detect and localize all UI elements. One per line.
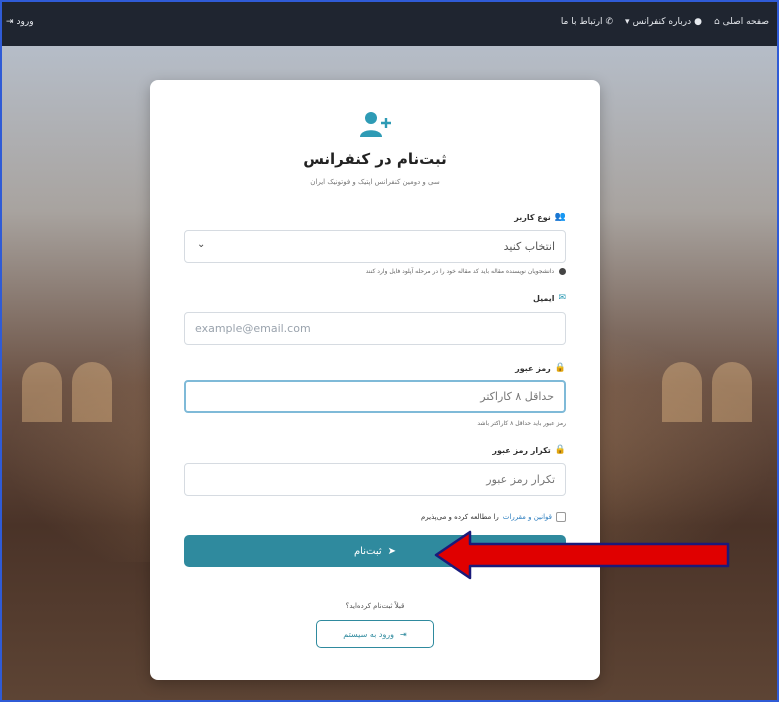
email-label-text: ایمیل (532, 293, 555, 303)
annotation-arrow (434, 530, 730, 580)
password-label: 🔒 رمز عبور (515, 363, 566, 373)
home-label: صفحه اصلی (722, 17, 769, 27)
sign-in-icon: ⇥ (6, 17, 14, 27)
users-icon: 👥 (554, 212, 566, 222)
lock-icon: 🔒 (554, 363, 566, 373)
screenshot-frame: صفحه اصلی ⌂ ● درباره کنفرانس ▾ ✆ ارتباط … (0, 0, 779, 702)
about-label: درباره کنفرانس (632, 17, 692, 27)
login-button[interactable]: ⇥ ورود به سیستم (316, 620, 434, 648)
chevron-down-icon: ⌄ (197, 239, 206, 250)
email-label: ✉ ایمیل (533, 293, 566, 303)
phone-icon: ✆ (605, 17, 614, 27)
password-confirm-label-text: تکرار رمز عبور (492, 445, 551, 455)
email-placeholder: example@email.com (195, 322, 311, 335)
password-placeholder: حداقل ۸ کاراکتر (480, 390, 554, 403)
terms-link[interactable]: قوانین و مقررات (503, 513, 552, 521)
page-title: ثبت‌نام در کنفرانس (303, 150, 447, 168)
background-arch (22, 362, 62, 422)
user-type-label-text: نوع کاربر (514, 212, 551, 222)
register-button-label: ثبت‌نام (353, 545, 382, 557)
navbar-links: صفحه اصلی ⌂ ● درباره کنفرانس ▾ ✆ ارتباط … (561, 17, 769, 27)
terms-text: را مطالعه کرده و می‌پذیرم (420, 513, 499, 521)
password-label-text: رمز عبور (515, 363, 551, 373)
user-type-value: انتخاب کنید (503, 240, 555, 253)
already-registered-text: قبلاً ثبت‌نام کرده‌اید؟ (345, 602, 405, 610)
contact-label: ارتباط با ما (560, 17, 603, 27)
registration-card: ثبت‌نام در کنفرانس سی و دومین کنفرانس اپ… (150, 80, 600, 680)
login-short-label: ورود (16, 17, 34, 27)
chevron-down-icon: ▾ (625, 17, 630, 27)
nav-contact[interactable]: ✆ ارتباط با ما (561, 17, 613, 27)
envelope-icon: ✉ (558, 293, 566, 303)
password-confirm-placeholder: تکرار رمز عبور (486, 473, 555, 486)
info-icon: ● (694, 17, 702, 27)
user-type-hint: دانشجویان نویسنده مقاله باید کد مقاله خو… (366, 268, 566, 275)
sign-in-icon: ⇥ (400, 629, 407, 639)
background-arch (72, 362, 112, 422)
password-confirm-label: 🔒 تکرار رمز عبور (492, 445, 566, 455)
nav-login[interactable]: ورود ⇥ (6, 17, 34, 27)
password-field[interactable]: حداقل ۸ کاراکتر (184, 380, 566, 413)
email-field[interactable]: example@email.com (184, 312, 566, 345)
terms-checkbox[interactable] (556, 512, 566, 522)
password-confirm-field[interactable]: تکرار رمز عبور (184, 463, 566, 496)
login-button-label: ورود به سیستم (343, 629, 395, 639)
terms-row: قوانین و مقررات را مطالعه کرده و می‌پذیر… (421, 512, 566, 522)
page-subtitle: سی و دومین کنفرانس اپتیک و فوتونیک ایران (310, 178, 440, 186)
user-type-label: 👥 نوع کاربر (514, 212, 566, 222)
paper-plane-icon: ➤ (387, 545, 397, 557)
background-arch (712, 362, 752, 422)
nav-home[interactable]: صفحه اصلی ⌂ (714, 17, 769, 27)
user-plus-icon (360, 112, 391, 137)
info-icon (559, 268, 566, 275)
lock-icon: 🔒 (554, 445, 566, 455)
nav-about[interactable]: ● درباره کنفرانس ▾ (625, 17, 702, 27)
top-navbar: صفحه اصلی ⌂ ● درباره کنفرانس ▾ ✆ ارتباط … (2, 2, 777, 46)
home-icon: ⌂ (713, 17, 720, 27)
background-arch (662, 362, 702, 422)
password-hint: رمز عبور باید حداقل ۸ کاراکتر باشد (477, 420, 566, 427)
user-type-select[interactable]: انتخاب کنید ⌄ (184, 230, 566, 263)
user-type-hint-text: دانشجویان نویسنده مقاله باید کد مقاله خو… (365, 268, 555, 275)
